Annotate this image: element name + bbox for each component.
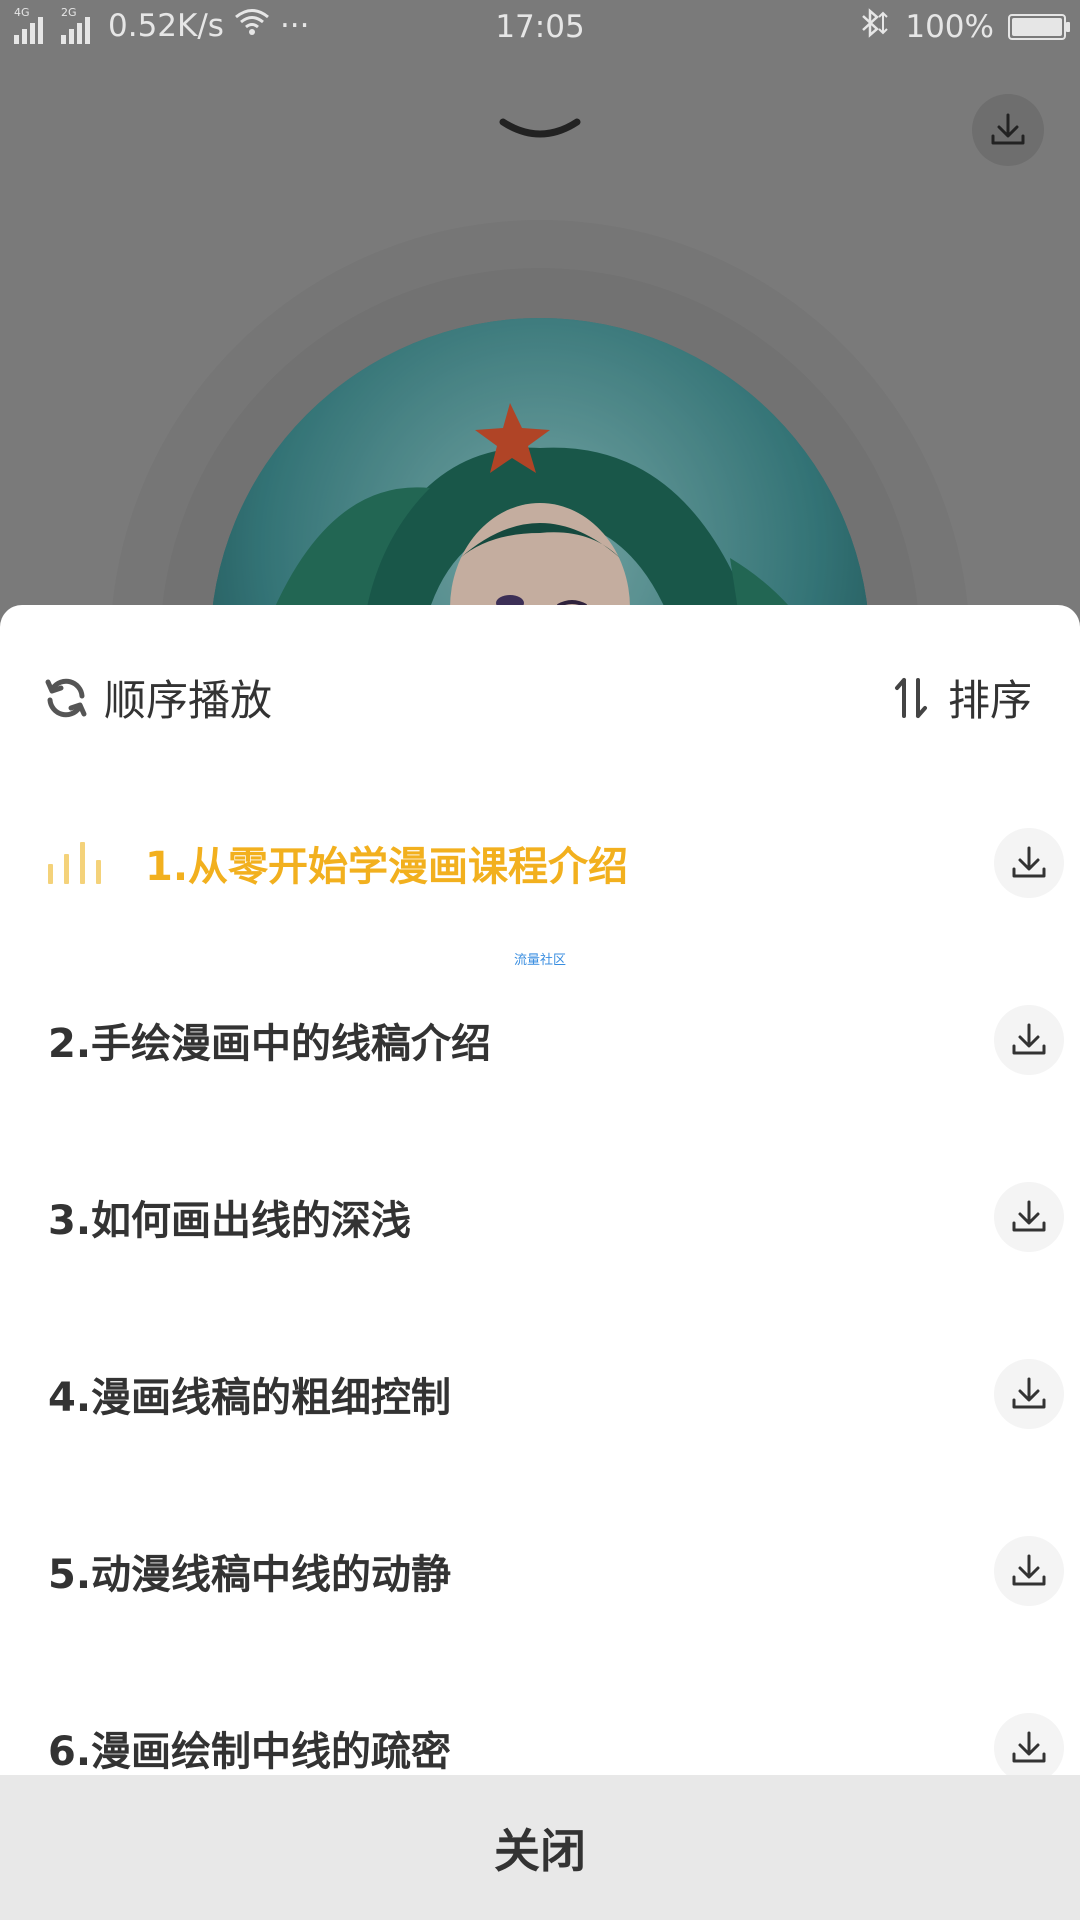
- status-bar: 4G 2G 0.52K/s ··· 17:05 100%: [0, 0, 1080, 58]
- playlist-sheet: 顺序播放 排序 1.从零开始学漫画课程介绍 流量社区 2.手绘漫画中的线稿介绍 …: [0, 605, 1080, 1920]
- track-title: 4.漫画线稿的粗细控制: [48, 1375, 452, 1421]
- track-download-button[interactable]: [994, 1005, 1064, 1075]
- track-download-button[interactable]: [994, 1182, 1064, 1252]
- track-item-2[interactable]: 2.手绘漫画中的线稿介绍: [0, 965, 1080, 1115]
- download-icon: [1012, 1377, 1046, 1409]
- track-download-button[interactable]: [994, 1359, 1064, 1429]
- chevron-down-icon: [499, 118, 581, 138]
- close-button[interactable]: 关闭: [0, 1775, 1080, 1920]
- track-download-button[interactable]: [994, 828, 1064, 898]
- play-mode-label: 顺序播放: [104, 676, 273, 725]
- download-icon: [1012, 846, 1046, 878]
- playing-indicator-icon: [48, 842, 101, 884]
- track-title: 2.手绘漫画中的线稿介绍: [48, 1021, 492, 1067]
- track-item-5[interactable]: 5.动漫线稿中线的动静: [0, 1496, 1080, 1646]
- sort-label: 排序: [947, 676, 1032, 725]
- download-icon: [1012, 1023, 1046, 1055]
- track-item-1[interactable]: 1.从零开始学漫画课程介绍: [0, 788, 1080, 938]
- track-item-4[interactable]: 4.漫画线稿的粗细控制: [0, 1319, 1080, 1469]
- sort-icon: [894, 677, 927, 718]
- repeat-icon: [45, 678, 87, 717]
- track-title: 6.漫画绘制中线的疏密: [48, 1729, 452, 1775]
- sort-button[interactable]: 排序: [894, 667, 1032, 728]
- status-right: 100%: [857, 7, 1070, 47]
- track-title: 1.从零开始学漫画课程介绍: [145, 844, 629, 890]
- track-download-button[interactable]: [994, 1536, 1064, 1606]
- track-title: 3.如何画出线的深浅: [48, 1198, 412, 1244]
- download-button[interactable]: [972, 94, 1044, 166]
- download-icon: [1012, 1554, 1046, 1586]
- track-download-button[interactable]: [994, 1713, 1064, 1783]
- track-title: 5.动漫线稿中线的动静: [48, 1552, 452, 1598]
- player-screen: 4G 2G 0.52K/s ··· 17:05 100% 顺序播放 排序 1.从…: [0, 0, 1080, 1920]
- bluetooth-icon: [857, 7, 891, 47]
- battery-icon: [1008, 14, 1070, 40]
- collapse-button[interactable]: [497, 112, 583, 152]
- play-mode-button[interactable]: 顺序播放: [42, 667, 272, 728]
- playlist-header: 顺序播放 排序: [0, 605, 1080, 775]
- download-icon: [991, 113, 1025, 145]
- download-icon: [1012, 1731, 1046, 1763]
- track-item-3[interactable]: 3.如何画出线的深浅: [0, 1142, 1080, 1292]
- battery-fill: [1012, 18, 1062, 36]
- battery-percent: 100%: [905, 9, 994, 45]
- download-icon: [1012, 1200, 1046, 1232]
